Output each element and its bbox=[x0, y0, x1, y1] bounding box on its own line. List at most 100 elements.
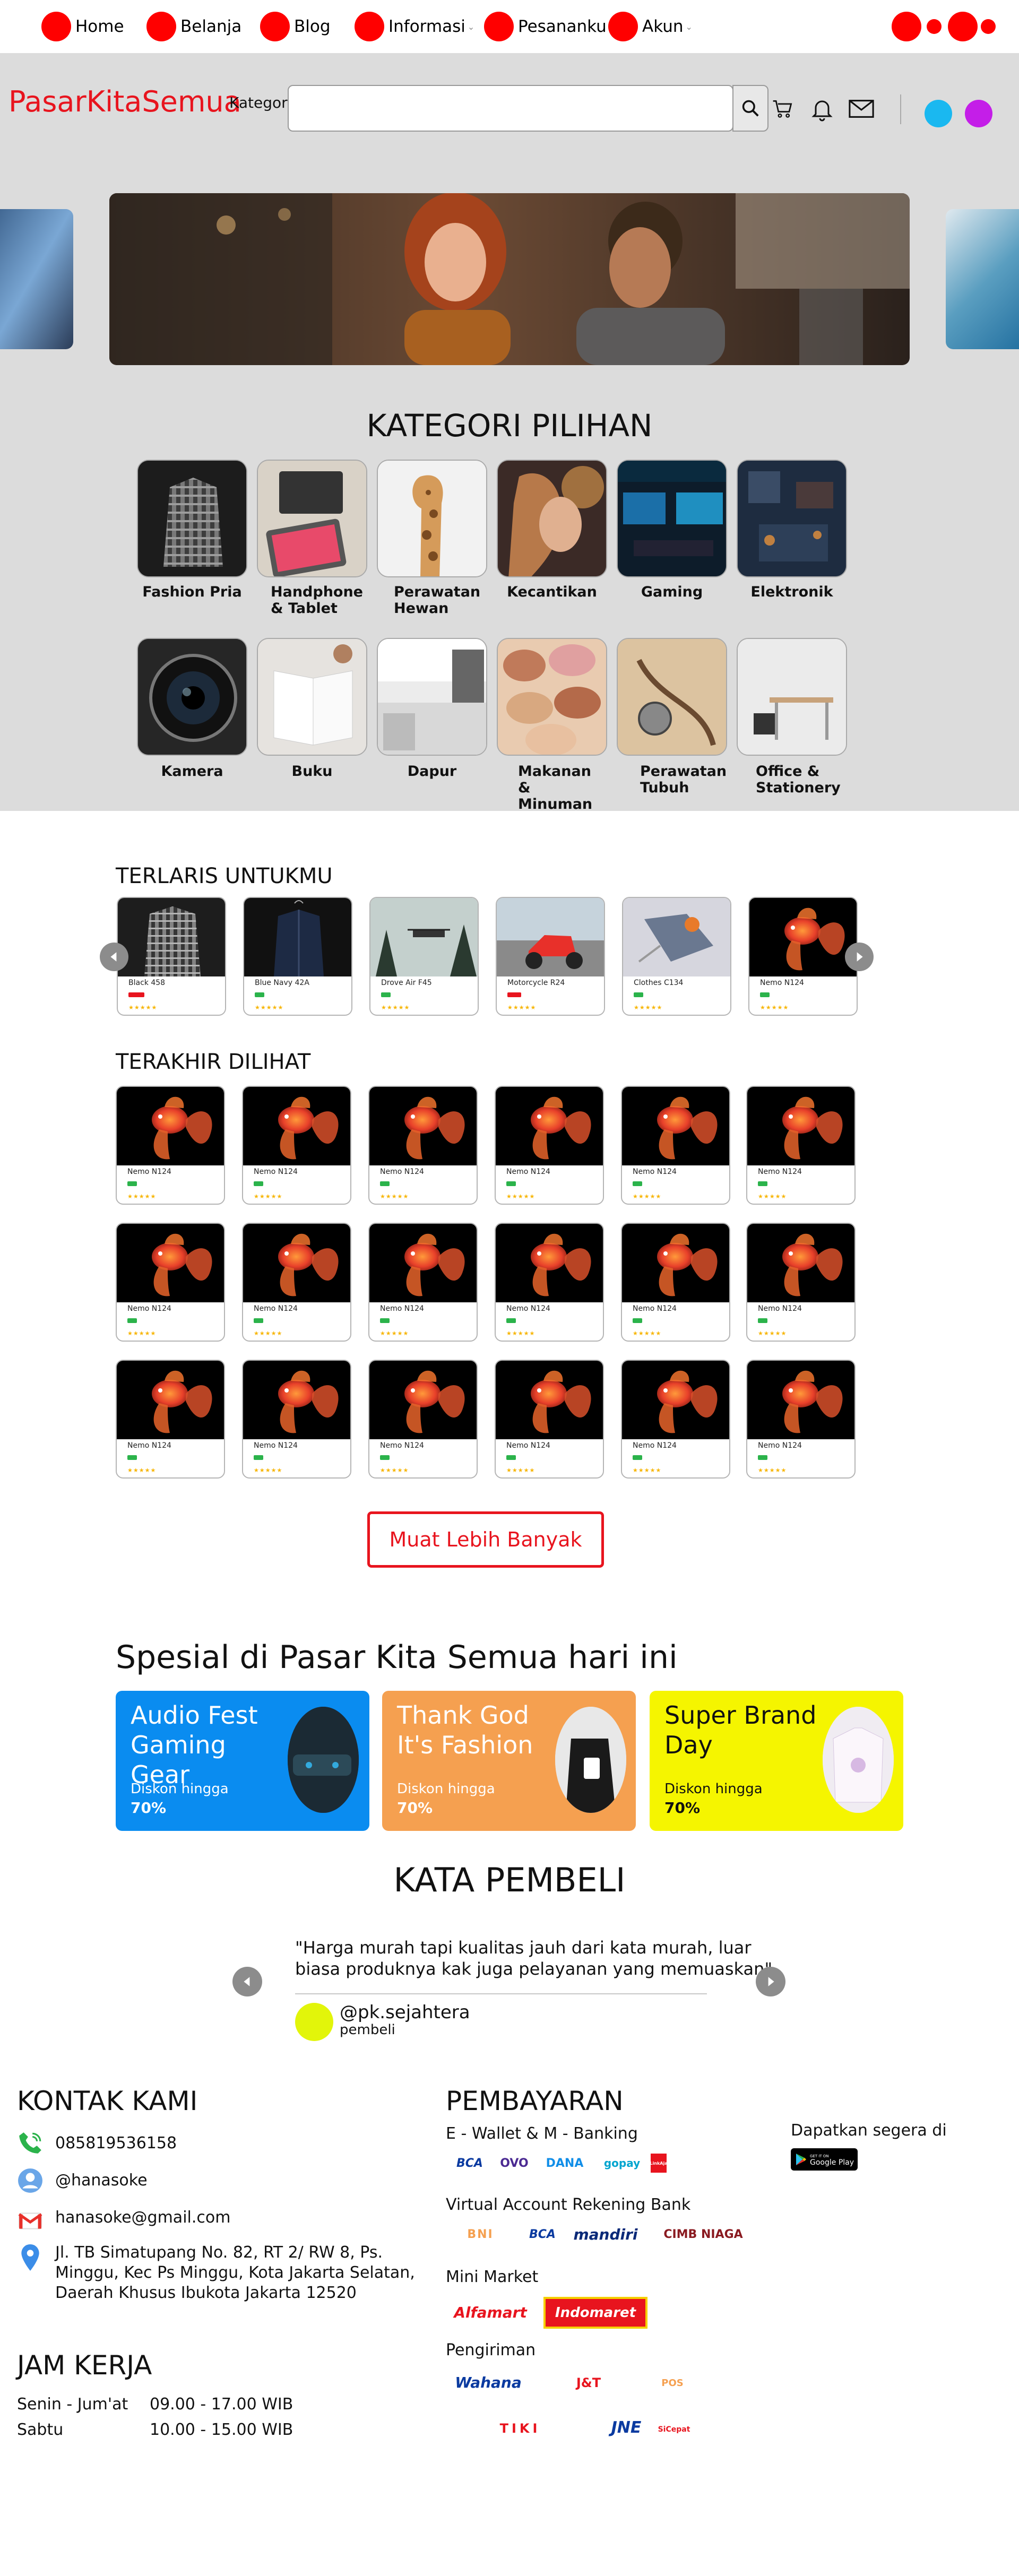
nav-pesananku[interactable]: Pesananku bbox=[484, 12, 607, 41]
rating-stars: ★★★★★ bbox=[507, 1004, 537, 1011]
category-dropdown[interactable]: Kategori bbox=[229, 94, 291, 111]
product-card[interactable]: Nemo N124 ★★★★★ bbox=[495, 1360, 604, 1479]
product-card[interactable]: Nemo N124 ★★★★★ bbox=[242, 1086, 351, 1205]
category-perawatan-hewan[interactable] bbox=[377, 460, 487, 577]
search-input[interactable] bbox=[288, 85, 733, 132]
product-name: Nemo N124 bbox=[633, 1168, 677, 1176]
category-label: Dapur bbox=[407, 763, 457, 780]
category-dapur[interactable] bbox=[377, 638, 487, 756]
product-card[interactable]: Nemo N124 ★★★★★ bbox=[368, 1223, 478, 1342]
category-gaming[interactable] bbox=[617, 460, 727, 577]
product-card[interactable]: Black 458 ★★★★★ bbox=[117, 897, 226, 1016]
product-card[interactable]: Nemo N124 ★★★★★ bbox=[116, 1223, 225, 1342]
product-card[interactable]: Nemo N124 ★★★★★ bbox=[495, 1086, 604, 1205]
site-logo[interactable]: PasarKitaSemua bbox=[8, 85, 241, 118]
discount-badge bbox=[254, 1455, 263, 1460]
rating-stars: ★★★★★ bbox=[254, 1193, 283, 1200]
load-more-button[interactable]: Muat Lebih Banyak bbox=[367, 1511, 604, 1568]
product-card[interactable]: Nemo N124 ★★★★★ bbox=[621, 1086, 730, 1205]
hero-banner[interactable] bbox=[109, 193, 910, 365]
product-card[interactable]: Nemo N124 ★★★★★ bbox=[746, 1223, 856, 1342]
product-card[interactable]: Nemo N124 ★★★★★ bbox=[242, 1360, 351, 1479]
promo-card-fashion[interactable]: Thank God It's Fashion Diskon hingga 70% bbox=[382, 1691, 636, 1831]
product-card[interactable]: Blue Navy 42A ★★★★★ bbox=[243, 897, 352, 1016]
category-label: Office & Stationery bbox=[756, 763, 841, 796]
avatar[interactable] bbox=[925, 100, 952, 127]
rating-stars: ★★★★★ bbox=[634, 1004, 663, 1011]
discount-badge bbox=[254, 1318, 263, 1323]
category-fashion-pria[interactable] bbox=[137, 460, 247, 577]
category-elektronik[interactable] bbox=[737, 460, 847, 577]
discount-badge bbox=[380, 1455, 390, 1460]
product-image bbox=[497, 898, 604, 976]
testimonial-title: KATA PEMBELI bbox=[393, 1861, 626, 1899]
testimonial-next-button[interactable] bbox=[756, 1967, 785, 1996]
category-handphone-tablet[interactable] bbox=[257, 460, 367, 577]
special-title: Spesial di Pasar Kita Semua hari ini bbox=[116, 1639, 678, 1676]
product-card[interactable]: Motorcycle R24 ★★★★★ bbox=[496, 897, 605, 1016]
product-name: Nemo N124 bbox=[633, 1441, 677, 1450]
product-card[interactable]: Nemo N124 ★★★★★ bbox=[116, 1086, 225, 1205]
product-card[interactable]: Nemo N124 ★★★★★ bbox=[621, 1223, 730, 1342]
social-icon[interactable] bbox=[981, 19, 996, 34]
social-icon[interactable] bbox=[948, 12, 978, 41]
nav-blog[interactable]: Blog bbox=[260, 12, 331, 41]
carousel-next-button[interactable] bbox=[845, 943, 874, 971]
chevron-right-icon bbox=[768, 1977, 774, 1986]
home-icon bbox=[41, 12, 71, 41]
google-play-badge[interactable]: GET IT ON Google Play bbox=[791, 2148, 858, 2171]
product-card[interactable]: Drove Air F45 ★★★★★ bbox=[369, 897, 479, 1016]
rating-stars: ★★★★★ bbox=[506, 1467, 536, 1474]
testimonial-prev-button[interactable] bbox=[232, 1967, 262, 1996]
contact-phone[interactable]: 085819536158 bbox=[55, 2133, 177, 2154]
discount-badge bbox=[760, 992, 770, 997]
product-card[interactable]: Nemo N124 ★★★★★ bbox=[495, 1223, 604, 1342]
social-icon[interactable] bbox=[927, 19, 942, 34]
contact-social[interactable]: @hanasoke bbox=[55, 2171, 148, 2191]
discount-badge bbox=[380, 1318, 390, 1323]
discount-badge bbox=[633, 1455, 642, 1460]
avatar[interactable] bbox=[965, 100, 992, 127]
product-card[interactable]: Clothes C134 ★★★★★ bbox=[622, 897, 731, 1016]
product-card[interactable]: Nemo N124 ★★★★★ bbox=[746, 1360, 856, 1479]
product-card[interactable]: Nemo N124 ★★★★★ bbox=[116, 1360, 225, 1479]
category-makanan-minuman[interactable] bbox=[497, 638, 607, 756]
product-card[interactable]: Nemo N124 ★★★★★ bbox=[621, 1360, 730, 1479]
bca-logo: BCA bbox=[529, 2227, 556, 2241]
contact-address: Jl. TB Simatupang No. 82, RT 2/ RW 8, Ps… bbox=[55, 2243, 415, 2302]
product-image bbox=[496, 1224, 603, 1302]
carousel-prev-button[interactable] bbox=[100, 943, 128, 971]
nav-informasi[interactable]: Informasi ⌄ bbox=[355, 12, 474, 41]
banner-prev[interactable] bbox=[0, 209, 73, 349]
product-card[interactable]: Nemo N124 ★★★★★ bbox=[368, 1086, 478, 1205]
category-kecantikan[interactable] bbox=[497, 460, 607, 577]
wallet-label: E - Wallet & M - Banking bbox=[446, 2124, 638, 2143]
bell-icon[interactable] bbox=[809, 97, 835, 122]
nav-home[interactable]: Home bbox=[41, 12, 124, 41]
category-kamera[interactable] bbox=[137, 638, 247, 756]
product-card[interactable]: Nemo N124 ★★★★★ bbox=[748, 897, 858, 1016]
product-name: Drove Air F45 bbox=[381, 979, 432, 987]
search-button[interactable] bbox=[732, 85, 768, 132]
category-label: Elektronik bbox=[750, 584, 833, 600]
category-perawatan-tubuh[interactable] bbox=[617, 638, 727, 756]
nav-belanja[interactable]: Belanja bbox=[146, 12, 241, 41]
nav-akun[interactable]: Akun ⌄ bbox=[608, 12, 693, 41]
product-card[interactable]: Nemo N124 ★★★★★ bbox=[368, 1360, 478, 1479]
cart-icon[interactable] bbox=[770, 97, 796, 121]
promo-card-audio-fest[interactable]: Audio Fest Gaming Gear Diskon hingga 70% bbox=[116, 1691, 369, 1831]
promo-card-brand-day[interactable]: Super Brand Day Diskon hingga 70% bbox=[650, 1691, 903, 1831]
product-card[interactable]: Nemo N124 ★★★★★ bbox=[242, 1223, 351, 1342]
category-office-stationery[interactable] bbox=[737, 638, 847, 756]
social-icon[interactable] bbox=[892, 12, 921, 41]
banner-next[interactable] bbox=[946, 209, 1019, 349]
mail-icon[interactable] bbox=[848, 97, 875, 121]
chevron-left-icon bbox=[110, 952, 117, 962]
contact-email[interactable]: hanasoke@gmail.com bbox=[55, 2208, 230, 2228]
discount-badge bbox=[127, 1455, 137, 1460]
product-card[interactable]: Nemo N124 ★★★★★ bbox=[746, 1086, 856, 1205]
category-section-title: KATEGORI PILIHAN bbox=[366, 408, 653, 444]
wahana-logo: Wahana bbox=[455, 2373, 522, 2391]
category-buku[interactable] bbox=[257, 638, 367, 756]
promo-subtitle: Diskon hingga bbox=[131, 1781, 229, 1797]
